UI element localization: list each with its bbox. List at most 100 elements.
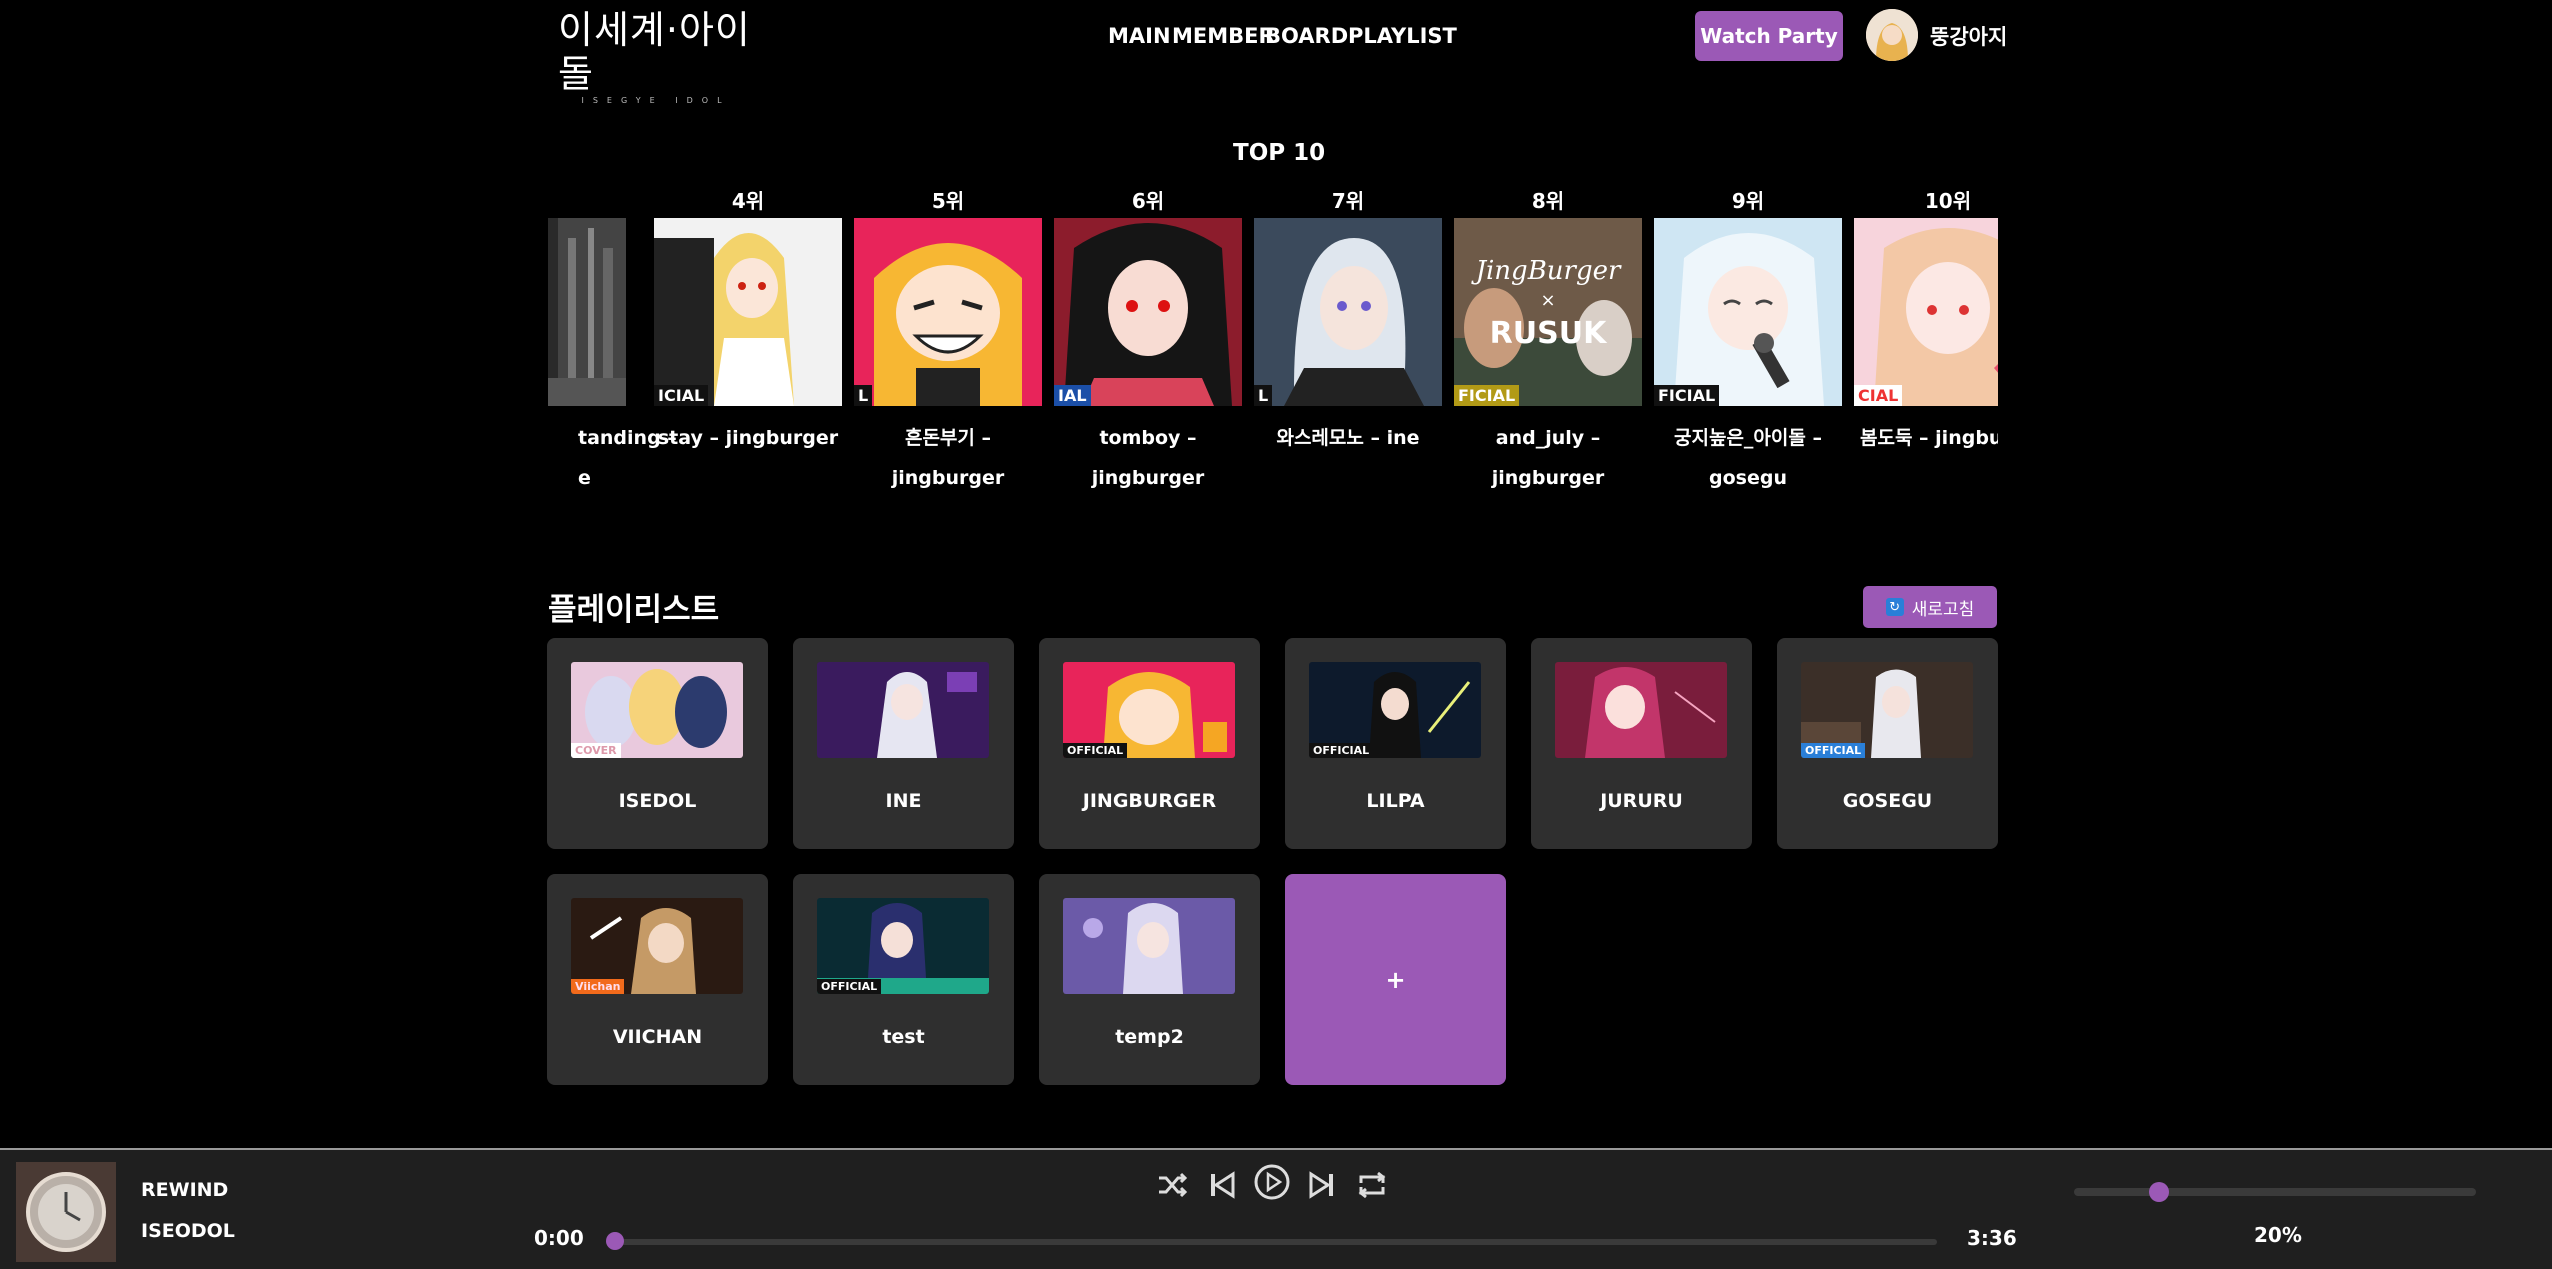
play-icon[interactable] xyxy=(1253,1163,1291,1201)
player-bar: REWIND ISEODOL 0:00 3:36 20% xyxy=(0,1148,2552,1269)
top10-card[interactable]: 6위 IAL tomboy – jingburger xyxy=(1054,185,1242,489)
top10-rank: 7위 xyxy=(1331,189,1365,213)
top10-rank: 5위 xyxy=(931,189,965,213)
playlist-name: test xyxy=(882,1026,925,1048)
playlist-name: JURURU xyxy=(1600,790,1683,812)
official-tag: CIAL xyxy=(1854,385,1903,406)
official-tag: FICIAL xyxy=(1454,385,1520,406)
official-tag: OFFICIAL xyxy=(1063,743,1128,758)
thumbnail-title-text: JingBurger xyxy=(1475,256,1621,286)
nav-board[interactable]: BOARD xyxy=(1265,24,1348,48)
top10-card[interactable]: 3위 tanding – e xyxy=(548,185,677,489)
official-tag: OFFICIAL xyxy=(1309,743,1374,758)
top10-track-title-2: e xyxy=(578,467,591,489)
playlist-name: GOSEGU xyxy=(1842,790,1933,812)
official-tag: L xyxy=(1254,385,1273,406)
avatar[interactable] xyxy=(1866,9,1918,61)
top10-thumbnail[interactable]: JingBurger × RUSUK FICIAL xyxy=(1454,218,1642,406)
top10-thumbnail[interactable]: FICIAL xyxy=(1654,218,1842,406)
playlist-thumbnail xyxy=(817,662,989,758)
playlist-card[interactable]: COVER ISEDOL xyxy=(547,638,768,849)
nav-member[interactable]: MEMBER xyxy=(1172,24,1275,48)
current-time: 0:00 xyxy=(534,1226,584,1250)
top10-title: TOP 10 xyxy=(1233,140,1326,166)
top10-card[interactable]: 7위 L 와스레모노 – ine xyxy=(1254,185,1442,449)
nav-main[interactable]: MAIN xyxy=(1108,24,1171,48)
thumbnail-collab-text: RUSUK xyxy=(1489,316,1607,351)
top10-card[interactable]: 4위 ICIAL stay – jingburger xyxy=(654,185,842,449)
playlist-card[interactable]: OFFICIAL GOSEGU xyxy=(1777,638,1998,849)
official-tag: FICIAL xyxy=(1654,385,1720,406)
playlist-thumbnail: OFFICIAL xyxy=(1063,662,1235,758)
top10-thumbnail[interactable]: CIAL xyxy=(1854,218,1998,406)
album-art xyxy=(16,1162,116,1262)
refresh-button[interactable]: ↻ 새로고침 xyxy=(1863,586,1997,628)
playlist-title: 플레이리스트 xyxy=(548,592,720,628)
playlist-card[interactable]: OFFICIAL test xyxy=(793,874,1014,1085)
top10-thumbnail[interactable]: ICIAL xyxy=(654,218,842,406)
volume-slider[interactable] xyxy=(2074,1188,2476,1196)
top10-card[interactable]: 9위 FICIAL 궁지높은_아이돌 – gosegu xyxy=(1654,185,1842,489)
top10-thumbnail[interactable]: L xyxy=(1254,218,1442,406)
plus-icon: + xyxy=(1385,966,1406,994)
playlist-name: VIICHAN xyxy=(612,1026,703,1048)
playlist-card[interactable]: JURURU xyxy=(1531,638,1752,849)
top10-card[interactable]: 10위 CIAL 봄도둑 – jingbu xyxy=(1854,185,1998,449)
top10-track-title: 봄도둑 – jingbu xyxy=(1860,427,1998,449)
playlist-name: LILPA xyxy=(1366,790,1425,812)
volume-handle[interactable] xyxy=(2149,1182,2170,1202)
repeat-icon[interactable] xyxy=(1354,1167,1390,1203)
top10-rank: 6위 xyxy=(1131,189,1165,213)
shuffle-icon[interactable] xyxy=(1154,1167,1190,1203)
playlist-card[interactable]: OFFICIAL JINGBURGER xyxy=(1039,638,1260,849)
playlist-card[interactable]: OFFICIAL LILPA xyxy=(1285,638,1506,849)
top10-rank: 3위 xyxy=(548,185,626,217)
volume-label: 20% xyxy=(2254,1223,2302,1247)
playlist-card[interactable]: INE xyxy=(793,638,1014,849)
top10-track-title-2: gosegu xyxy=(1709,467,1787,489)
official-tag: L xyxy=(854,385,873,406)
top10-rank: 9위 xyxy=(1731,189,1765,213)
playlist-name: temp2 xyxy=(1115,1026,1184,1048)
refresh-label: 새로고침 xyxy=(1911,599,1975,620)
top10-track-title: 궁지높은_아이돌 – xyxy=(1674,427,1822,449)
top10-track-title-2: jingburger xyxy=(1091,467,1205,489)
playlist-card[interactable]: temp2 xyxy=(1039,874,1260,1085)
top10-carousel[interactable]: 3위 tanding – e 4위 ICIAL sta xyxy=(548,185,1998,505)
top10-rank: 8위 xyxy=(1531,189,1565,213)
playlist-card[interactable]: Viichan VIICHAN xyxy=(547,874,768,1085)
site-logo[interactable]: 이세계·아이돌 ISEGYE IDOL xyxy=(558,8,754,105)
playlist-thumbnail: Viichan xyxy=(571,898,743,994)
top10-thumbnail[interactable] xyxy=(548,218,626,406)
playlist-thumbnail xyxy=(1063,898,1235,994)
playlist-thumbnail: OFFICIAL xyxy=(1801,662,1973,758)
username[interactable]: 뚱강아지 xyxy=(1930,21,2007,51)
seek-bar[interactable] xyxy=(615,1239,1937,1245)
playlist-thumbnail: OFFICIAL xyxy=(1309,662,1481,758)
official-tag: ICIAL xyxy=(654,385,709,406)
top10-rank: 4위 xyxy=(731,189,765,213)
official-tag: Viichan xyxy=(571,979,625,994)
top10-thumbnail[interactable]: L xyxy=(854,218,1042,406)
playlist-name: ISEDOL xyxy=(618,790,697,812)
seek-handle[interactable] xyxy=(606,1232,624,1250)
track-artist: ISEODOL xyxy=(141,1220,235,1242)
previous-icon[interactable] xyxy=(1204,1167,1240,1203)
thumbnail-x-text: × xyxy=(1540,290,1556,311)
official-tag: OFFICIAL xyxy=(817,979,882,994)
nav-playlist[interactable]: PLAYLIST xyxy=(1348,24,1457,48)
top10-card[interactable]: 8위 JingBurger × RUSUK FICIAL and_july – … xyxy=(1454,185,1642,489)
watch-party-button[interactable]: Watch Party xyxy=(1695,11,1843,61)
track-title: REWIND xyxy=(141,1179,229,1201)
top10-thumbnail[interactable]: IAL xyxy=(1054,218,1242,406)
official-tag: IAL xyxy=(1054,385,1091,406)
logo-text: 이세계·아이돌 xyxy=(558,8,751,96)
playlist-thumbnail xyxy=(1555,662,1727,758)
logo-subtext: ISEGYE IDOL xyxy=(581,96,731,105)
official-tag: OFFICIAL xyxy=(1801,743,1866,758)
next-icon[interactable] xyxy=(1304,1167,1340,1203)
playlist-name: INE xyxy=(885,790,922,812)
refresh-icon: ↻ xyxy=(1885,598,1904,616)
add-playlist-button[interactable]: + xyxy=(1285,874,1506,1085)
top10-card[interactable]: 5위 L 흔돈부기 – jingburger xyxy=(854,185,1042,489)
